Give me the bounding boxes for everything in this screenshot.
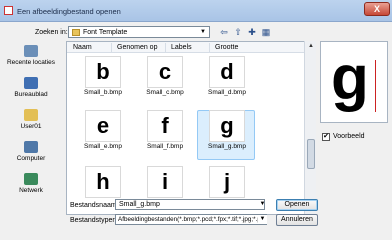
recent-places-icon — [24, 45, 38, 57]
file-item-selected[interactable]: g Small_g.bmp — [197, 110, 255, 160]
folder-icon — [72, 29, 80, 36]
vertical-scrollbar[interactable]: ▲ ▼ — [304, 41, 316, 215]
network-icon — [24, 173, 38, 185]
column-divider — [111, 43, 112, 52]
thumbnail-glyph: j — [223, 169, 231, 194]
thumbnail-glyph: b — [96, 59, 110, 84]
preview-baseline-marker — [375, 60, 376, 112]
place-computer[interactable]: Computer — [2, 138, 60, 172]
file-item[interactable]: b Small_b.bmp — [73, 56, 131, 106]
file-list[interactable]: Naam Genomen op Labels Grootte » b Small… — [66, 41, 316, 215]
views-menu-icon[interactable]: ▦ — [260, 26, 272, 38]
preview-glyph: g — [331, 44, 369, 113]
lookin-value: Font Template — [83, 29, 128, 36]
user-folder-icon — [24, 109, 38, 121]
lookin-label: Zoeken in: — [35, 29, 68, 36]
column-divider — [165, 43, 166, 52]
place-label: Bureaublad — [14, 91, 48, 98]
app-icon — [4, 6, 13, 15]
filename-field[interactable]: Small_g.bmp — [115, 199, 265, 210]
chevron-down-icon[interactable]: ▼ — [258, 200, 267, 209]
place-desktop[interactable]: Bureaublad — [2, 74, 60, 108]
column-divider — [209, 43, 210, 52]
place-label: User01 — [20, 123, 42, 130]
place-label: Computer — [16, 155, 46, 162]
up-folder-icon[interactable]: ⇧ — [232, 26, 244, 38]
lookin-select[interactable]: Font Template ▼ — [68, 26, 210, 38]
file-name: Small_f.bmp — [146, 143, 184, 150]
column-date-taken[interactable]: Genomen op — [117, 44, 157, 51]
thumbnail: f — [148, 111, 182, 141]
place-user[interactable]: User01 — [2, 106, 60, 140]
thumbnail: e — [86, 111, 120, 141]
thumbnail: b — [86, 57, 120, 87]
column-name[interactable]: Naam — [73, 44, 92, 51]
place-label: Netwerk — [19, 187, 43, 194]
thumbnail: d — [210, 57, 244, 87]
filetype-label: Bestandstypen: — [70, 217, 119, 224]
thumbnail: h — [86, 167, 120, 197]
place-label: Recente locaties — [6, 59, 56, 66]
thumbnail: c — [148, 57, 182, 87]
chevron-down-icon[interactable]: ▼ — [198, 28, 208, 36]
file-item[interactable]: f Small_f.bmp — [135, 110, 193, 160]
thumbnail-glyph: e — [96, 113, 110, 138]
thumbnail-glyph: i — [161, 169, 169, 194]
filetype-select[interactable]: Afbeeldingbestanden(*.bmp;*.pcd;*.fpx;*.… — [115, 214, 267, 225]
file-item[interactable]: d Small_d.bmp — [197, 56, 255, 106]
thumbnail: j — [210, 167, 244, 197]
preview-checkbox-label: Voorbeeld — [333, 133, 365, 140]
file-name: Small_c.bmp — [146, 89, 184, 96]
file-item[interactable]: e Small_e.bmp — [73, 110, 131, 160]
desktop-icon — [24, 77, 38, 89]
chevron-down-icon[interactable]: ▼ — [258, 215, 267, 224]
places-bar: Recente locaties Bureaublad User01 Compu… — [2, 42, 60, 208]
scroll-up-icon[interactable]: ▲ — [307, 42, 315, 50]
window-title: Een afbeeldingbestand openen — [17, 7, 121, 16]
thumbnail-glyph: d — [220, 59, 234, 84]
thumbnail: i — [148, 167, 182, 197]
close-button[interactable]: X — [364, 2, 390, 16]
column-labels[interactable]: Labels — [171, 44, 192, 51]
computer-icon — [24, 141, 38, 153]
file-name: Small_g.bmp — [208, 143, 246, 150]
preview-checkbox[interactable]: ✔ — [322, 133, 330, 141]
scroll-thumb[interactable] — [307, 139, 315, 169]
place-network[interactable]: Netwerk — [2, 170, 60, 204]
file-name: Small_e.bmp — [84, 143, 122, 150]
cancel-button[interactable]: Annuleren — [276, 214, 318, 226]
open-dialog: Zoeken in: Font Template ▼ ⇦ ⇧ ✚ ▦ Recen… — [0, 22, 392, 240]
thumbnail-glyph: h — [96, 169, 110, 194]
title-bar: Een afbeeldingbestand openen X — [0, 0, 392, 22]
thumbnail-glyph: g — [220, 113, 234, 138]
filename-label: Bestandsnaam: — [70, 202, 119, 209]
thumbnail: g — [210, 111, 244, 141]
column-size[interactable]: Grootte — [215, 44, 238, 51]
preview-pane: g — [320, 41, 388, 123]
column-header: Naam Genomen op Labels Grootte » — [67, 42, 315, 53]
place-recent[interactable]: Recente locaties — [2, 42, 60, 76]
open-button[interactable]: Openen — [276, 199, 318, 211]
file-name: Small_b.bmp — [84, 89, 122, 96]
thumbnail-glyph: f — [161, 113, 169, 138]
file-name: Small_d.bmp — [208, 89, 246, 96]
file-item[interactable]: c Small_c.bmp — [135, 56, 193, 106]
back-arrow-icon[interactable]: ⇦ — [218, 26, 230, 38]
new-folder-icon[interactable]: ✚ — [246, 26, 258, 38]
thumbnail-glyph: c — [158, 59, 172, 84]
